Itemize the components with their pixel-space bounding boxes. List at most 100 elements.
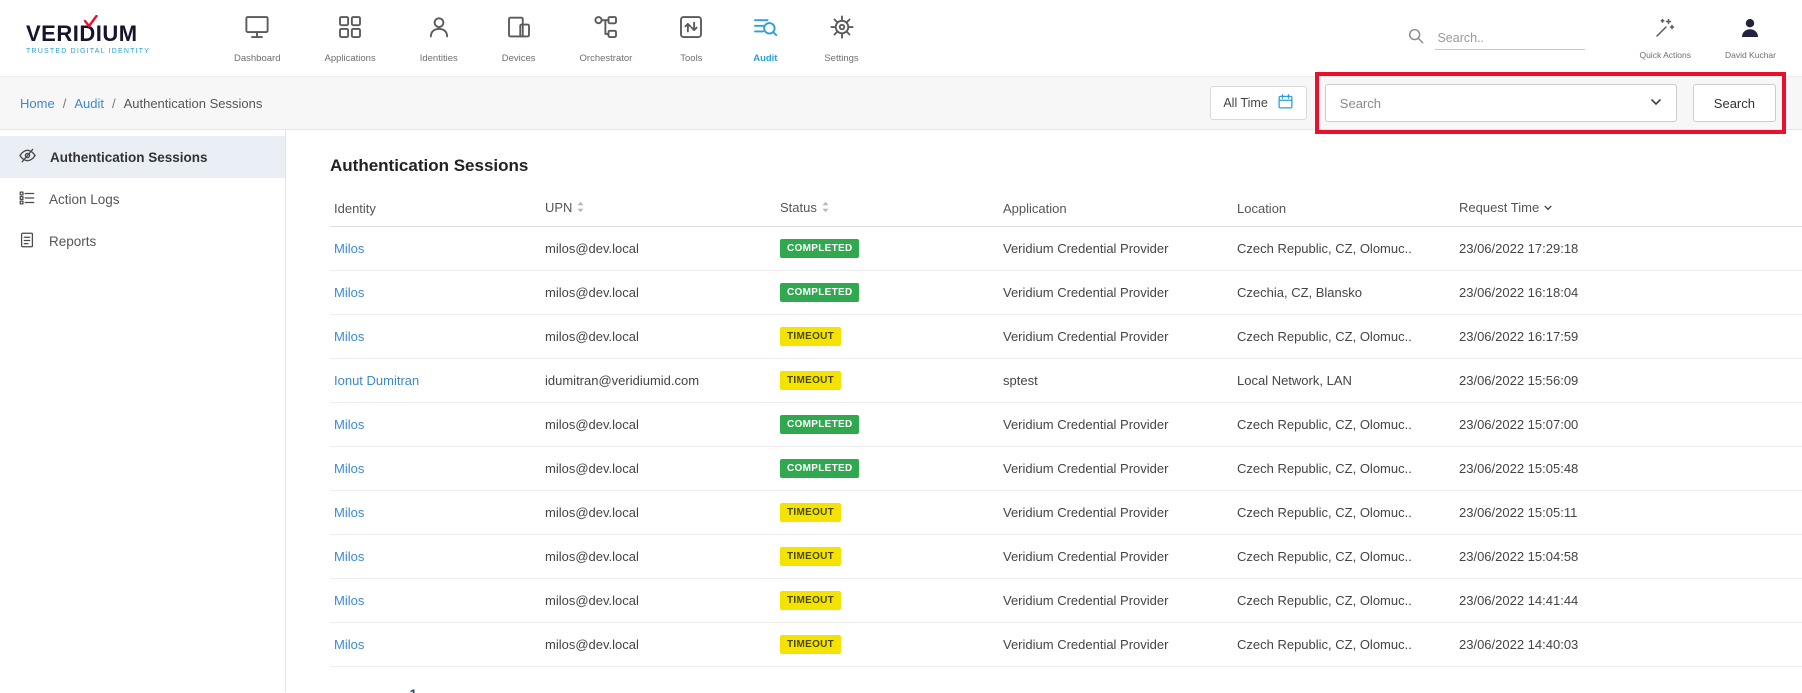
status-badge: TIMEOUT — [780, 591, 841, 610]
request-time-cell: 23/06/2022 17:29:18 — [1455, 227, 1655, 271]
nav-item-devices[interactable]: Devices — [502, 12, 536, 64]
dashboard-icon — [242, 12, 272, 47]
table-row: Milos milos@dev.local TIMEOUT Veridium C… — [330, 491, 1802, 535]
table-row: Milos milos@dev.local COMPLETED Veridium… — [330, 271, 1802, 315]
time-range-button[interactable]: All Time — [1210, 86, 1306, 120]
upn-cell: milos@dev.local — [541, 491, 776, 535]
identity-link[interactable]: Milos — [334, 637, 364, 652]
filter-bar: Home / Audit / Authentication Sessions A… — [0, 76, 1802, 130]
identity-link[interactable]: Ionut Dumitran — [334, 373, 419, 388]
identity-link[interactable]: Milos — [334, 417, 364, 432]
tools-icon — [676, 12, 706, 47]
search-group: Search Search — [1325, 84, 1776, 122]
upn-cell: milos@dev.local — [541, 535, 776, 579]
brand-tagline: TRUSTED DIGITAL IDENTITY — [26, 48, 186, 55]
sidebar-item-reports[interactable]: Reports — [0, 220, 285, 262]
veridium-logo[interactable]: VERIDIUM TRUSTED DIGITAL IDENTITY — [26, 21, 186, 55]
nav-item-tools[interactable]: Tools — [676, 12, 706, 64]
column-header-application: Application — [999, 190, 1233, 227]
global-search — [1407, 27, 1585, 50]
audit-search-dropdown[interactable]: Search — [1325, 84, 1677, 122]
brand-name: VERIDIUM — [26, 21, 186, 47]
column-header-request-time[interactable]: Request Time — [1455, 190, 1655, 227]
table-footer: 100 total 12345 — [330, 687, 1802, 693]
settings-gear-icon — [827, 12, 857, 47]
nav-item-identities[interactable]: Identities — [420, 12, 458, 64]
logo-check-icon — [83, 15, 98, 33]
location-cell: Czech Republic, CZ, Olomuc.. — [1233, 447, 1455, 491]
pagination: 12345 — [356, 687, 1802, 693]
chevron-down-icon — [1650, 96, 1662, 111]
search-button[interactable]: Search — [1693, 84, 1776, 122]
column-header-status[interactable]: Status — [776, 190, 999, 227]
table-row: Milos milos@dev.local COMPLETED Veridium… — [330, 227, 1802, 271]
application-cell: Veridium Credential Provider — [999, 315, 1233, 359]
status-badge: COMPLETED — [780, 239, 859, 258]
magic-wand-icon — [1653, 16, 1677, 45]
sessions-table-body: Milos milos@dev.local COMPLETED Veridium… — [330, 227, 1802, 667]
application-cell: Veridium Credential Provider — [999, 623, 1233, 667]
upn-cell: milos@dev.local — [541, 271, 776, 315]
upn-cell: milos@dev.local — [541, 403, 776, 447]
breadcrumb-home-link[interactable]: Home — [20, 96, 55, 111]
user-menu[interactable]: David Kuchar — [1725, 16, 1776, 60]
table-row: Milos milos@dev.local TIMEOUT Veridium C… — [330, 535, 1802, 579]
nav-item-applications[interactable]: Applications — [324, 12, 375, 64]
identity-link[interactable]: Milos — [334, 241, 364, 256]
application-cell: Veridium Credential Provider — [999, 403, 1233, 447]
status-badge: TIMEOUT — [780, 371, 841, 390]
page-title: Authentication Sessions — [330, 156, 1802, 176]
breadcrumb-audit-link[interactable]: Audit — [74, 96, 104, 111]
request-time-cell: 23/06/2022 15:05:48 — [1455, 447, 1655, 491]
page-number[interactable]: 1 — [410, 687, 1802, 693]
application-cell: Veridium Credential Provider — [999, 227, 1233, 271]
quick-actions-button[interactable]: Quick Actions — [1639, 16, 1691, 60]
identity-link[interactable]: Milos — [334, 285, 364, 300]
orchestrator-icon — [591, 12, 621, 47]
location-cell: Czech Republic, CZ, Olomuc.. — [1233, 491, 1455, 535]
devices-icon — [504, 12, 534, 47]
upn-cell: milos@dev.local — [541, 623, 776, 667]
column-header-upn[interactable]: UPN — [541, 190, 776, 227]
main-nav: Dashboard Applications Identities Device… — [234, 12, 859, 64]
status-badge: TIMEOUT — [780, 635, 841, 654]
column-header-actions: Actions — [1655, 190, 1802, 227]
global-search-input[interactable] — [1435, 27, 1585, 50]
top-bar: VERIDIUM TRUSTED DIGITAL IDENTITY Dashbo… — [0, 0, 1802, 76]
identities-icon — [424, 12, 454, 47]
application-cell: Veridium Credential Provider — [999, 447, 1233, 491]
request-time-cell: 23/06/2022 15:56:09 — [1455, 359, 1655, 403]
identity-link[interactable]: Milos — [334, 461, 364, 476]
list-icon — [18, 189, 36, 210]
table-header-row: Identity UPN Status Application Location… — [330, 190, 1802, 227]
identity-link[interactable]: Milos — [334, 549, 364, 564]
status-badge: COMPLETED — [780, 415, 859, 434]
table-row: Milos milos@dev.local COMPLETED Veridium… — [330, 403, 1802, 447]
nav-item-audit[interactable]: Audit — [750, 12, 780, 64]
application-cell: Veridium Credential Provider — [999, 579, 1233, 623]
nav-item-dashboard[interactable]: Dashboard — [234, 12, 280, 64]
identity-link[interactable]: Milos — [334, 329, 364, 344]
calendar-icon — [1277, 93, 1294, 113]
status-badge: TIMEOUT — [780, 547, 841, 566]
column-header-location: Location — [1233, 190, 1455, 227]
column-header-identity: Identity — [330, 190, 541, 227]
location-cell: Local Network, LAN — [1233, 359, 1455, 403]
identity-link[interactable]: Milos — [334, 593, 364, 608]
request-time-cell: 23/06/2022 16:17:59 — [1455, 315, 1655, 359]
table-row: Ionut Dumitran idumitran@veridiumid.com … — [330, 359, 1802, 403]
location-cell: Czechia, CZ, Blansko — [1233, 271, 1455, 315]
location-cell: Czech Republic, CZ, Olomuc.. — [1233, 535, 1455, 579]
nav-item-settings[interactable]: Settings — [824, 12, 858, 64]
request-time-cell: 23/06/2022 14:40:03 — [1455, 623, 1655, 667]
application-cell: Veridium Credential Provider — [999, 271, 1233, 315]
table-row: Milos milos@dev.local COMPLETED Veridium… — [330, 447, 1802, 491]
sidebar-item-action-logs[interactable]: Action Logs — [0, 178, 285, 220]
nav-item-orchestrator[interactable]: Orchestrator — [580, 12, 633, 64]
identity-link[interactable]: Milos — [334, 505, 364, 520]
report-document-icon — [18, 231, 36, 252]
application-cell: Veridium Credential Provider — [999, 491, 1233, 535]
content-area: Authentication Sessions Action Logs Repo… — [0, 130, 1802, 692]
sidebar-item-authentication-sessions[interactable]: Authentication Sessions — [0, 136, 285, 178]
location-cell: Czech Republic, CZ, Olomuc.. — [1233, 579, 1455, 623]
